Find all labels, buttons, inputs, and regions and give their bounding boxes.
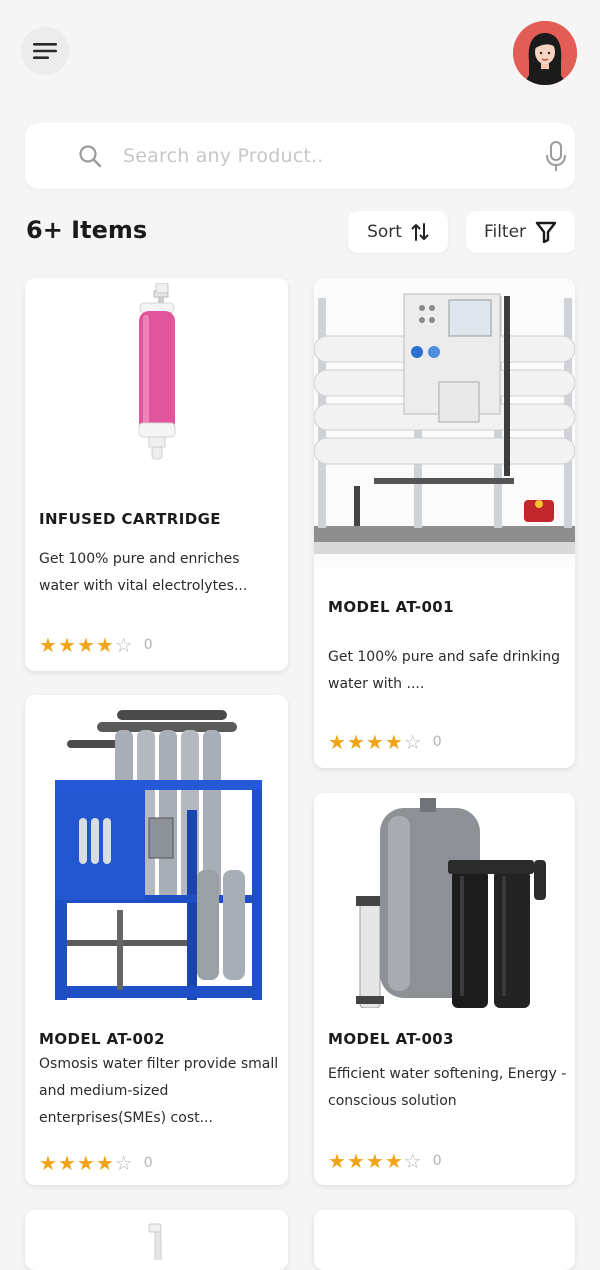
sort-button[interactable]: Sort xyxy=(348,211,448,253)
product-card[interactable]: MODEL AT-001 Get 100% pure and safe drin… xyxy=(314,278,575,768)
product-card[interactable]: MODEL AT-002 Osmosis water filter provid… xyxy=(25,695,288,1185)
star-filled-icon: ★ xyxy=(39,633,58,657)
star-filled-icon: ★ xyxy=(76,633,96,657)
product-rating: ★ ★ ★ ★ ☆ 0 xyxy=(39,1151,153,1175)
pink-water-cartridge-icon xyxy=(148,1223,162,1260)
star-filled-icon: ★ xyxy=(384,730,404,754)
star-filled-icon: ★ xyxy=(328,1149,347,1173)
star-outline-icon: ☆ xyxy=(403,1149,423,1173)
star-filled-icon: ★ xyxy=(346,1149,366,1173)
product-rating: ★ ★ ★ ★ ☆ 0 xyxy=(328,730,442,754)
product-image xyxy=(314,793,575,1013)
product-image xyxy=(314,278,575,568)
product-title: MODEL AT-002 xyxy=(39,1030,165,1048)
filter-funnel-icon xyxy=(535,221,557,243)
sort-arrows-icon xyxy=(411,223,429,241)
product-card[interactable]: INFUSED CARTRIDGE Get 100% pure and enri… xyxy=(25,278,288,671)
star-outline-icon: ☆ xyxy=(114,633,134,657)
review-count: 0 xyxy=(143,637,153,653)
star-filled-icon: ★ xyxy=(365,1149,385,1173)
star-filled-icon: ★ xyxy=(57,1151,77,1175)
star-outline-icon: ☆ xyxy=(114,1151,134,1175)
blue-frame-ro-system-icon xyxy=(54,710,262,1000)
star-filled-icon: ★ xyxy=(76,1151,96,1175)
product-rating: ★ ★ ★ ★ ☆ 0 xyxy=(328,1149,442,1173)
product-description: Osmosis water filter provide small and m… xyxy=(39,1056,279,1126)
filter-button[interactable]: Filter xyxy=(466,211,575,253)
product-card[interactable] xyxy=(25,1210,288,1270)
star-filled-icon: ★ xyxy=(346,730,366,754)
menu-button[interactable] xyxy=(21,27,69,75)
pink-water-cartridge-icon xyxy=(138,283,175,460)
star-filled-icon: ★ xyxy=(384,1149,404,1173)
product-rating: ★ ★ ★ ★ ☆ 0 xyxy=(39,633,153,657)
industrial-ro-plant-icon xyxy=(314,278,575,568)
sort-label: Sort xyxy=(367,222,402,242)
review-count: 0 xyxy=(143,1155,153,1171)
user-avatar-icon xyxy=(513,21,577,85)
product-title: MODEL AT-001 xyxy=(328,598,454,616)
product-description: Get 100% pure and enriches water with vi… xyxy=(39,551,248,594)
star-filled-icon: ★ xyxy=(95,1151,115,1175)
grey-tank-water-softener-icon xyxy=(355,798,546,1008)
app-header xyxy=(0,0,600,110)
product-title: MODEL AT-003 xyxy=(328,1030,454,1048)
product-image xyxy=(25,695,288,1010)
avatar[interactable] xyxy=(513,21,577,85)
star-filled-icon: ★ xyxy=(57,633,77,657)
star-filled-icon: ★ xyxy=(365,730,385,754)
review-count: 0 xyxy=(432,1153,442,1169)
product-title: INFUSED CARTRIDGE xyxy=(39,510,221,528)
star-filled-icon: ★ xyxy=(39,1151,58,1175)
product-description: Efficient water softening, Energy - cons… xyxy=(328,1066,567,1109)
product-card[interactable]: MODEL AT-003 Efficient water softening, … xyxy=(314,793,575,1185)
product-description: Get 100% pure and safe drinking water wi… xyxy=(328,649,560,692)
search-icon xyxy=(79,145,102,168)
microphone-icon[interactable] xyxy=(543,140,569,174)
filter-label: Filter xyxy=(483,222,527,242)
search-bar[interactable]: Search any Product.. xyxy=(25,123,575,189)
product-image xyxy=(25,278,288,478)
star-filled-icon: ★ xyxy=(95,633,115,657)
product-card[interactable] xyxy=(314,1210,575,1270)
items-count: 6+ Items xyxy=(26,216,148,244)
hamburger-icon xyxy=(33,43,57,59)
search-input[interactable]: Search any Product.. xyxy=(123,145,324,167)
star-outline-icon: ☆ xyxy=(403,730,423,754)
star-filled-icon: ★ xyxy=(328,730,347,754)
review-count: 0 xyxy=(432,734,442,750)
